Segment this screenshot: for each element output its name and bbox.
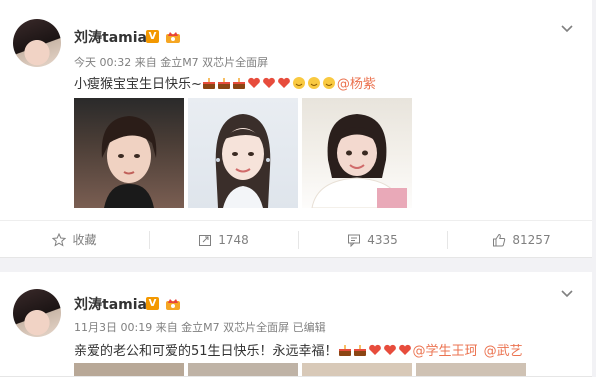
mention-link[interactable]: @学生王珂 xyxy=(413,340,478,359)
crown-icon xyxy=(166,299,180,310)
weibo-post-card: 刘涛tamia V 11月3日 00:19 来自 金立M7 双芯片全面屏 已编辑… xyxy=(0,272,596,377)
post-photo[interactable] xyxy=(302,363,412,376)
post-meta: 今天 00:32 来自 金立M7 双芯片全面屏 xyxy=(74,56,269,69)
repost-button[interactable]: 1748 xyxy=(149,221,298,258)
scrollbar[interactable] xyxy=(592,0,596,377)
post-photo[interactable] xyxy=(416,363,526,376)
heart-emoji-icon xyxy=(263,77,275,88)
post-text: 小瘦猴宝宝生日快乐~ @杨紫 xyxy=(74,73,376,92)
post-actions: 收藏 1748 4335 81257 xyxy=(0,220,596,258)
portrait-illustration xyxy=(215,114,271,208)
author-name[interactable]: 刘涛tamia xyxy=(74,294,147,314)
comment-button[interactable]: 4335 xyxy=(298,221,447,258)
cake-emoji-icon xyxy=(353,344,366,356)
heart-emoji-icon xyxy=(368,344,381,355)
post-photo[interactable] xyxy=(188,363,298,376)
smile-emoji-icon xyxy=(292,76,305,89)
repost-count: 1748 xyxy=(218,232,249,247)
weibo-post-card: 刘涛tamia V 今天 00:32 来自 金立M7 双芯片全面屏 小瘦猴宝宝生… xyxy=(0,0,596,258)
avatar[interactable] xyxy=(13,289,61,337)
like-button[interactable]: 81257 xyxy=(447,221,596,258)
verified-badge-icon: V xyxy=(146,297,159,310)
post-photo[interactable] xyxy=(74,363,184,376)
star-icon xyxy=(52,232,67,247)
thumbs-up-icon xyxy=(493,233,506,246)
heart-emoji-icon xyxy=(278,77,290,88)
comment-count: 4335 xyxy=(367,232,398,247)
cake-emoji-icon xyxy=(232,77,245,89)
cake-emoji-icon xyxy=(217,77,230,89)
repost-icon xyxy=(199,234,212,246)
author-name[interactable]: 刘涛tamia xyxy=(74,27,147,47)
chevron-down-icon[interactable] xyxy=(560,286,574,300)
mention-link[interactable]: @杨紫 xyxy=(337,73,376,92)
post-meta: 11月3日 00:19 来自 金立M7 双芯片全面屏 已编辑 xyxy=(74,321,326,334)
crown-icon xyxy=(166,32,180,43)
cake-emoji-icon xyxy=(338,344,351,356)
mention-link[interactable]: @武艺 xyxy=(484,340,523,359)
smile-emoji-icon xyxy=(322,76,335,89)
comment-icon xyxy=(348,234,361,247)
cake-emoji-icon xyxy=(202,77,215,89)
post-text: 亲爱的老公和可爱的51生日快乐！永远幸福！ @学生王珂 @武艺 xyxy=(74,340,523,359)
heart-emoji-icon xyxy=(398,344,411,355)
post-body: 小瘦猴宝宝生日快乐~ xyxy=(74,77,202,92)
portrait-illustration xyxy=(311,114,407,208)
verified-badge-icon: V xyxy=(146,30,159,43)
heart-emoji-icon xyxy=(248,77,260,88)
avatar[interactable] xyxy=(13,19,61,67)
post-photo[interactable] xyxy=(188,98,298,208)
smile-emoji-icon xyxy=(307,76,320,89)
favorite-button[interactable]: 收藏 xyxy=(0,221,149,258)
heart-emoji-icon xyxy=(383,344,396,355)
favorite-label: 收藏 xyxy=(72,233,97,247)
post-body: 亲爱的老公和可爱的51生日快乐！永远幸福！ xyxy=(74,344,338,359)
like-count: 81257 xyxy=(512,232,551,247)
post-photo[interactable] xyxy=(74,98,184,208)
chevron-down-icon[interactable] xyxy=(560,21,574,35)
portrait-illustration xyxy=(101,116,157,208)
post-photo[interactable] xyxy=(302,98,412,208)
